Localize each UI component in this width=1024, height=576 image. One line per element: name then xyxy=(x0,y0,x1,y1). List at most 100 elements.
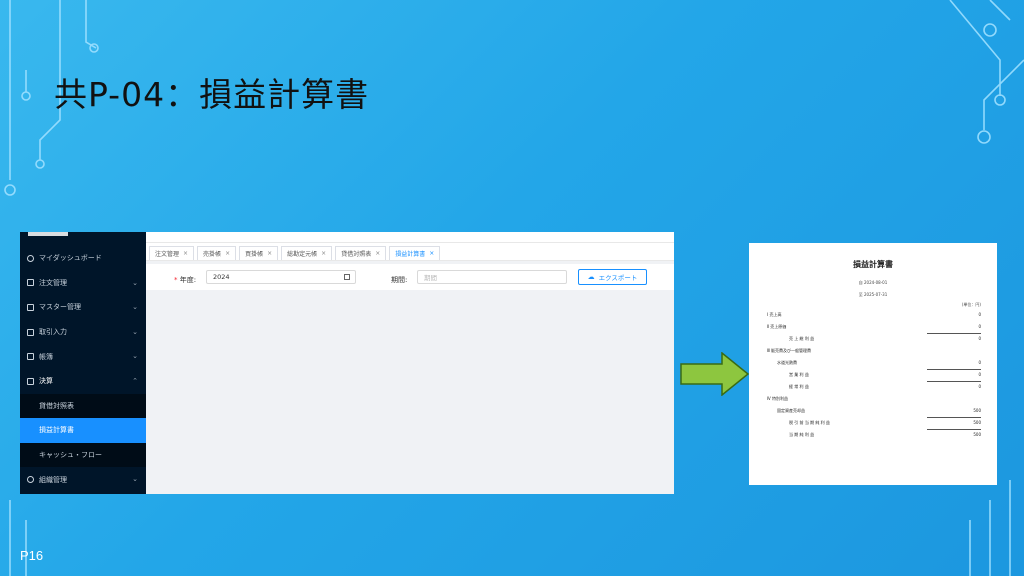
row-label: 水道光熱費 xyxy=(777,360,797,365)
book-icon xyxy=(27,353,34,361)
report-unit: (単位：円) xyxy=(961,302,981,307)
report-rule xyxy=(927,369,981,370)
row-label: Ⅲ 販売費及び一般管理費 xyxy=(767,348,812,353)
report-row: 固定資産売却益 500 xyxy=(749,408,997,416)
row-amount: 0 xyxy=(978,336,981,341)
chevron-down-icon: ⌄ xyxy=(132,352,138,361)
report-row: 経 常 利 益 0 xyxy=(749,384,997,392)
report-row: 水道光熱費 0 xyxy=(749,360,997,368)
report-rule xyxy=(927,333,981,334)
row-label: 営 業 利 益 xyxy=(789,372,809,377)
tab-label: 売掛帳 xyxy=(203,251,222,258)
tab-label: 注文管理 xyxy=(155,251,180,258)
sidebar: マイダッシュボード 注文管理 ⌄ マスター管理 ⌄ 取引入力 ⌄ 帳簿 ⌄ 決算… xyxy=(20,232,146,494)
tab-bar: 注文管理 × 売掛帳 × 買掛帳 × 総勘定元帳 × 貸借対照表 × 損益計算書 × xyxy=(146,243,674,261)
row-label: Ⅳ 特別利益 xyxy=(767,396,788,401)
content-area xyxy=(146,290,674,494)
income-statement-report: 損益計算書 自 2024-08-01 至 2025-07-31 (単位：円) Ⅰ… xyxy=(749,243,997,485)
arrow-right-icon xyxy=(680,352,750,396)
sidebar-item-dashboard[interactable]: マイダッシュボード xyxy=(20,246,146,271)
sidebar-item-label: 取引入力 xyxy=(39,328,67,337)
tab-label: 損益計算書 xyxy=(395,251,426,258)
close-icon[interactable]: × xyxy=(267,250,272,257)
sidebar-item-transactions[interactable]: 取引入力 ⌄ xyxy=(20,320,146,345)
row-amount: 0 xyxy=(978,360,981,365)
tab-income-statement[interactable]: 損益計算書 × xyxy=(389,246,441,260)
sidebar-item-balance-sheet[interactable]: 貸借対照表 xyxy=(20,394,146,419)
cloud-download-icon: ☁ xyxy=(587,273,595,281)
report-title: 損益計算書 xyxy=(853,260,893,269)
calendar-icon xyxy=(344,274,350,280)
close-icon[interactable]: × xyxy=(225,250,230,257)
tab-general-ledger[interactable]: 総勘定元帳 × xyxy=(281,246,333,260)
app-screenshot: マイダッシュボード 注文管理 ⌄ マスター管理 ⌄ 取引入力 ⌄ 帳簿 ⌄ 決算… xyxy=(20,232,674,494)
report-rule xyxy=(927,417,981,418)
period-picker[interactable]: 期間 xyxy=(417,270,567,284)
sidebar-submenu: 貸借対照表 損益計算書 キャッシュ・フロー xyxy=(20,393,146,468)
chevron-up-icon: ⌃ xyxy=(132,376,138,385)
export-label: エクスポート xyxy=(598,274,638,282)
row-amount: 0 xyxy=(978,372,981,377)
report-row: 売 上 総 利 益 0 xyxy=(749,336,997,344)
row-label: 当 期 純 利 益 xyxy=(789,432,815,437)
sidebar-item-label: キャッシュ・フロー xyxy=(39,451,102,460)
report-row: Ⅰ 売上高 0 xyxy=(749,312,997,320)
chevron-down-icon: ⌄ xyxy=(132,475,138,484)
close-icon[interactable]: × xyxy=(321,250,326,257)
page-number: P16 xyxy=(20,548,44,563)
row-amount: 500 xyxy=(973,408,981,413)
sidebar-item-income-statement[interactable]: 損益計算書 xyxy=(20,418,146,443)
sidebar-item-organization[interactable]: 組織管理 ⌄ xyxy=(20,467,146,492)
year-picker[interactable]: 2024 xyxy=(206,270,356,284)
year-label-text: 年度: xyxy=(179,276,197,284)
sidebar-item-master[interactable]: マスター管理 ⌄ xyxy=(20,295,146,320)
close-icon[interactable]: × xyxy=(429,250,434,257)
chevron-down-icon: ⌄ xyxy=(132,303,138,312)
report-row: 営 業 利 益 0 xyxy=(749,372,997,380)
year-value: 2024 xyxy=(213,273,230,281)
row-label: 固定資産売却益 xyxy=(777,408,805,413)
sidebar-item-label: 注文管理 xyxy=(39,278,67,287)
brand-logo xyxy=(20,232,146,246)
tab-label: 買掛帳 xyxy=(245,251,264,258)
sidebar-item-books[interactable]: 帳簿 ⌄ xyxy=(20,344,146,369)
required-mark: * xyxy=(174,276,178,284)
close-icon[interactable]: × xyxy=(375,250,380,257)
row-label: Ⅰ 売上高 xyxy=(767,312,782,317)
report-period-to: 至 2025-07-31 xyxy=(858,292,888,297)
report-period-from: 自 2024-08-01 xyxy=(858,280,888,285)
sidebar-item-cash-flow[interactable]: キャッシュ・フロー xyxy=(20,443,146,468)
sidebar-item-orders[interactable]: 注文管理 ⌄ xyxy=(20,271,146,296)
edit-icon xyxy=(27,328,34,336)
team-icon xyxy=(27,476,34,484)
tab-payables[interactable]: 買掛帳 × xyxy=(239,246,279,260)
list-icon xyxy=(27,303,34,311)
row-amount: 500 xyxy=(973,432,981,437)
document-icon xyxy=(27,279,34,287)
sidebar-item-label: マイダッシュボード xyxy=(39,254,102,263)
tab-label: 総勘定元帳 xyxy=(287,251,318,258)
sidebar-item-closing[interactable]: 決算 ⌃ xyxy=(20,369,146,394)
row-amount: 0 xyxy=(978,384,981,389)
tab-orders[interactable]: 注文管理 × xyxy=(149,246,195,260)
close-icon[interactable]: × xyxy=(183,250,188,257)
report-row: 当 期 純 利 益 500 xyxy=(749,432,997,440)
export-button[interactable]: ☁ エクスポート xyxy=(578,269,647,285)
row-label: 経 常 利 益 xyxy=(789,384,809,389)
row-label: 売 上 総 利 益 xyxy=(789,336,815,341)
row-label: 税 引 前 当 期 純 利 益 xyxy=(789,420,830,425)
row-amount: 0 xyxy=(978,312,981,317)
tab-balance-sheet[interactable]: 貸借対照表 × xyxy=(335,246,387,260)
tab-receivables[interactable]: 売掛帳 × xyxy=(197,246,237,260)
slide-title: 共P-04：損益計算書 xyxy=(54,75,370,114)
sidebar-item-label: 貸借対照表 xyxy=(39,401,74,410)
report-rule xyxy=(927,381,981,382)
sidebar-item-label: 帳簿 xyxy=(39,352,53,361)
row-amount: 0 xyxy=(978,324,981,329)
chevron-down-icon: ⌄ xyxy=(132,278,138,287)
sidebar-item-label: 損益計算書 xyxy=(39,426,74,435)
year-label: * 年度: xyxy=(174,275,196,285)
sidebar-item-label: 組織管理 xyxy=(39,475,67,484)
calculator-icon xyxy=(27,377,34,385)
report-row: 税 引 前 当 期 純 利 益 500 xyxy=(749,420,997,428)
